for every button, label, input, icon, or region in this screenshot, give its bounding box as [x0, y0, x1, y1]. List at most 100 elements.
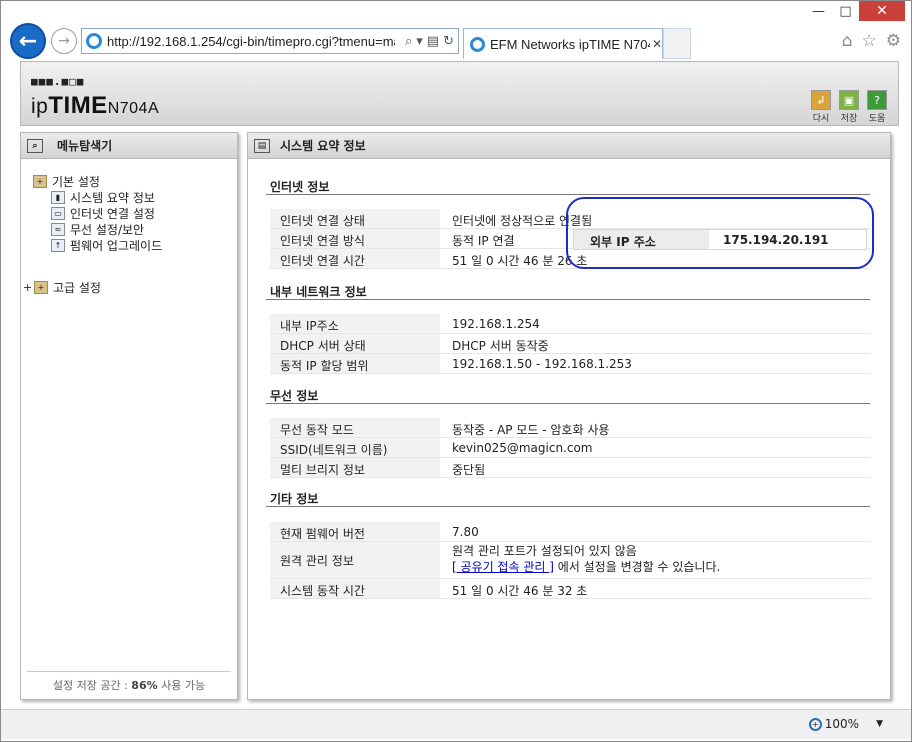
router-banner: ■■■.■□■ ipTIMEN704A ↲ 다시 ▣ 저장 ? 도움 [20, 61, 899, 126]
router-page: ■■■.■□■ ipTIMEN704A ↲ 다시 ▣ 저장 ? 도움 ⌕ 메뉴탐… [9, 59, 905, 709]
browser-tools: ⌂ ☆ ⚙ [842, 31, 901, 51]
compat-view-icon[interactable]: ▤ [427, 34, 439, 49]
iptime-logo: ipTIMEN704A [31, 92, 159, 120]
wireless-info-table: 무선 동작 모드 동작중 - AP 모드 - 암호화 사용 SSID(네트워크 … [270, 418, 870, 478]
logo-dots: ■■■.■□■ [31, 75, 85, 88]
address-url[interactable]: http://192.168.1.254/cgi-bin/timepro.cgi… [107, 34, 395, 49]
dropdown-icon[interactable]: ▾ [416, 34, 423, 49]
tree-item-wireless-setup[interactable]: ≈ 무선 설정/보안 [51, 221, 144, 238]
row-label: 동적 IP 할당 범위 [270, 354, 440, 373]
expand-plus-icon[interactable]: + [23, 281, 33, 294]
row-value: kevin025@magicn.com [452, 441, 593, 455]
save-disk-icon: ▣ [839, 90, 859, 110]
summary-page-icon: ▤ [254, 138, 270, 153]
table-row: 내부 IP주소 192.168.1.254 [270, 314, 870, 334]
favorites-star-icon[interactable]: ☆ [862, 31, 877, 51]
forward-arrow-icon[interactable]: → [51, 28, 77, 54]
table-row: 무선 동작 모드 동작중 - AP 모드 - 암호화 사용 [270, 418, 870, 438]
refresh-icon[interactable]: ↻ [443, 34, 454, 49]
save-button[interactable]: ▣ 저장 [838, 90, 860, 124]
remote-hint-text: 에서 설정을 변경할 수 있습니다. [557, 560, 721, 574]
reload-button[interactable]: ↲ 다시 [810, 90, 832, 124]
remote-status-text: 원격 관리 포트가 설정되어 있지 않음 [452, 544, 637, 558]
settings-gear-icon[interactable]: ⚙ [886, 31, 901, 51]
row-label: DHCP 서버 상태 [270, 334, 440, 353]
address-bar[interactable]: http://192.168.1.254/cgi-bin/timepro.cgi… [81, 28, 459, 54]
external-ip-label: 외부 IP 주소 [574, 230, 709, 249]
table-row: 멀티 브리지 정보 중단됨 [270, 458, 870, 478]
wireless-icon: ≈ [51, 223, 65, 236]
row-value: 192.168.1.50 - 192.168.1.253 [452, 357, 632, 371]
folder-icon: + [33, 175, 47, 188]
row-label: 내부 IP주소 [270, 314, 440, 333]
browser-tab[interactable]: EFM Networks ipTIME N704A ✕ [463, 28, 663, 59]
maximize-icon[interactable]: □ [832, 1, 859, 21]
row-label: 멀티 브리지 정보 [270, 458, 440, 477]
table-row: 인터넷 연결 상태 인터넷에 정상적으로 연결됨 [270, 209, 870, 229]
section-divider [266, 194, 870, 195]
external-ip-value: 175.194.20.191 [723, 232, 829, 247]
external-ip-box: 외부 IP 주소 175.194.20.191 [573, 229, 867, 250]
other-info-table: 현재 펌웨어 버전 7.80 원격 관리 정보 원격 관리 포트가 설정되어 있… [270, 522, 870, 599]
browser-toolbar: ← → http://192.168.1.254/cgi-bin/timepro… [1, 23, 911, 59]
row-label: 원격 관리 정보 [270, 542, 440, 578]
help-button[interactable]: ? 도움 [866, 90, 888, 124]
tree-item-advanced[interactable]: + + 고급 설정 [23, 279, 101, 296]
help-label: 도움 [868, 114, 886, 124]
logo-brand: TIME [48, 92, 108, 119]
tab-close-icon[interactable]: ✕ [652, 37, 662, 51]
tree-label-wireless-setup: 무선 설정/보안 [70, 223, 145, 237]
main-title: 시스템 요약 정보 [280, 139, 366, 153]
table-row: SSID(네트워크 이름) kevin025@magicn.com [270, 438, 870, 458]
row-value: 인터넷에 정상적으로 연결됨 [452, 214, 593, 228]
router-access-link[interactable]: [ 공유기 접속 관리 ] [452, 560, 554, 574]
tree-item-basic[interactable]: + 기본 설정 [33, 173, 100, 190]
system-summary-panel: ▤ 시스템 요약 정보 인터넷 정보 인터넷 연결 상태 인터넷에 정상적으로 … [247, 132, 891, 700]
table-row: DHCP 서버 상태 DHCP 서버 동작중 [270, 334, 870, 354]
tree-item-firmware[interactable]: ↑ 펌웨어 업그레이드 [51, 237, 162, 254]
tree-item-internet-setup[interactable]: ▭ 인터넷 연결 설정 [51, 205, 155, 222]
zoom-control[interactable]: + 100% ▼ [808, 717, 883, 731]
lan-info-table: 내부 IP주소 192.168.1.254 DHCP 서버 상태 DHCP 서버… [270, 314, 870, 374]
new-tab-button[interactable] [663, 28, 691, 59]
row-value: 동작중 - AP 모드 - 암호화 사용 [452, 423, 610, 437]
zoom-dropdown-icon[interactable]: ▼ [876, 719, 883, 729]
tab-title: EFM Networks ipTIME N704A [490, 36, 650, 52]
minimize-icon[interactable]: — [805, 1, 832, 21]
tree-item-system-summary[interactable]: ▮ 시스템 요약 정보 [51, 189, 155, 206]
tree-label-firmware: 펌웨어 업그레이드 [70, 239, 163, 253]
tree-label-basic: 기본 설정 [52, 175, 100, 189]
row-value: 7.80 [452, 525, 479, 539]
monitor-icon: ▭ [51, 207, 65, 220]
row-label: 인터넷 연결 상태 [270, 209, 440, 228]
save-label: 저장 [840, 114, 858, 124]
tree-label-advanced: 고급 설정 [53, 281, 101, 295]
wireless-info-heading: 무선 정보 [270, 389, 319, 403]
storage-status: 설정 저장 공간 : 86% 사용 가능 [27, 671, 231, 693]
home-icon[interactable]: ⌂ [842, 31, 853, 51]
back-arrow-icon[interactable]: ← [10, 23, 46, 59]
other-info-heading: 기타 정보 [270, 492, 319, 506]
menu-title: 메뉴탐색기 [57, 139, 113, 153]
row-value: 51 일 0 시간 46 분 32 초 [452, 584, 588, 598]
storage-prefix: 설정 저장 공간 : [52, 679, 132, 692]
tree-label-system-summary: 시스템 요약 정보 [70, 191, 155, 205]
search-icon[interactable]: ⌕ [405, 34, 412, 49]
table-row: 원격 관리 정보 원격 관리 포트가 설정되어 있지 않음 [ 공유기 접속 관… [270, 542, 870, 579]
row-value: 51 일 0 시간 46 분 26 초 [452, 254, 588, 268]
storage-suffix: 사용 가능 [157, 679, 206, 692]
row-label: 인터넷 연결 시간 [270, 249, 440, 268]
main-header: ▤ 시스템 요약 정보 [248, 133, 890, 159]
row-label: 현재 펌웨어 버전 [270, 522, 440, 541]
address-bar-buttons: ⌕ ▾ ▤ ↻ [405, 34, 458, 49]
row-value: 원격 관리 포트가 설정되어 있지 않음 [ 공유기 접속 관리 ] 에서 설정… [440, 542, 720, 578]
chart-icon: ▮ [51, 191, 65, 204]
table-row: 현재 펌웨어 버전 7.80 [270, 522, 870, 542]
help-icon: ? [867, 90, 887, 110]
row-value: 중단됨 [452, 463, 486, 477]
close-icon[interactable]: ✕ [859, 1, 905, 21]
lan-info-heading: 내부 네트워크 정보 [270, 285, 367, 299]
menu-search-icon: ⌕ [27, 138, 43, 153]
zoom-magnifier-icon: + [808, 717, 822, 731]
row-value: DHCP 서버 동작중 [452, 339, 549, 353]
